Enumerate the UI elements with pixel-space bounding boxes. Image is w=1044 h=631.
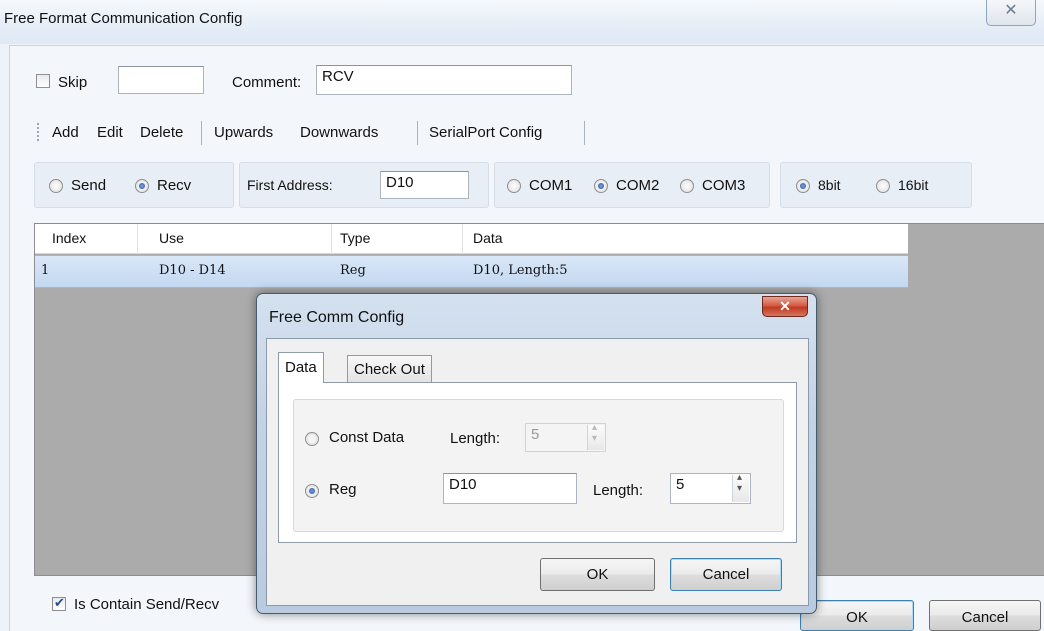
16bit-radio[interactable] [876,179,890,193]
contain-send-recv-checkbox[interactable] [52,595,66,611]
send-radio[interactable] [49,179,63,193]
toolbar: Add Edit Delete Upwards Downwards Serial… [34,115,1034,149]
column-header-use[interactable]: Use [159,230,184,246]
reg-label: Reg [329,481,357,498]
ok-button[interactable]: OK [800,600,914,631]
reg-length-label: Length: [593,482,644,499]
downwards-button[interactable]: Downwards [300,124,378,141]
column-divider[interactable] [331,224,332,254]
edit-button[interactable]: Edit [97,124,123,141]
column-header-type[interactable]: Type [340,230,370,246]
const-length-stepper: 5 [525,422,606,452]
spin-arrows-icon[interactable] [732,472,749,502]
toolbar-grip[interactable] [37,123,39,141]
spin-arrows-icon [587,422,604,450]
com1-label: COM1 [529,177,573,194]
first-address-input[interactable]: D10 [380,171,469,199]
window-title: Free Format Communication Config [4,10,243,27]
cancel-button[interactable]: Cancel [929,600,1041,631]
send-label: Send [71,177,107,194]
reg-length-stepper[interactable]: 5 [670,472,751,504]
title-bar: Free Format Communication Config ✕ [0,0,1044,44]
bit-width-group: 8bit 16bit [780,162,972,208]
first-address-label: First Address: [247,177,333,193]
comment-input[interactable]: RCV [316,65,572,95]
dialog-client: Data Check Out Const Data Length: 5 Reg … [266,338,809,606]
column-divider[interactable] [137,224,138,254]
close-icon[interactable]: ✕ [762,296,808,317]
toolbar-separator [201,121,202,145]
dialog-title: Free Comm Config [269,309,405,326]
tab-page-data: Const Data Length: 5 Reg D10 Length: 5 [278,382,797,543]
reg-length-value: 5 [676,476,685,493]
close-icon[interactable]: ✕ [986,0,1036,26]
16bit-label: 16bit [898,177,929,193]
recv-radio[interactable] [135,179,149,193]
const-data-radio[interactable] [305,432,319,446]
tab-data[interactable]: Data [278,352,324,383]
com1-radio[interactable] [507,179,521,193]
contain-send-recv-label: Is Contain Send/Recv [74,596,220,613]
com2-radio[interactable] [594,179,608,193]
serialport-config-button[interactable]: SerialPort Config [429,124,542,141]
table-row[interactable]: 1 D10 - D14 Reg D10, Length:5 [35,255,908,288]
const-length-label: Length: [450,430,501,447]
dialog-ok-button[interactable]: OK [540,558,655,591]
dialog-cancel-button[interactable]: Cancel [670,558,782,591]
const-data-label: Const Data [329,429,405,446]
row-data: D10, Length:5 [473,263,568,278]
main-window: Free Format Communication Config ✕ Skip … [0,0,1044,631]
list-header: Index Use Type Data [35,224,908,254]
com2-label: COM2 [616,177,660,194]
const-length-value: 5 [531,426,540,443]
comment-label: Comment: [232,74,302,91]
column-divider[interactable] [462,224,463,254]
toolbar-separator [417,121,418,145]
top-row: Skip Comment: RCV [10,46,1044,106]
column-header-data[interactable]: Data [473,230,503,246]
reg-input[interactable]: D10 [443,473,577,504]
recv-label: Recv [157,177,192,194]
8bit-radio[interactable] [796,179,810,193]
skip-checkbox[interactable] [36,74,50,88]
com3-radio[interactable] [680,179,694,193]
tab-check-out[interactable]: Check Out [347,355,432,382]
8bit-label: 8bit [818,177,841,193]
data-source-group: Const Data Length: 5 Reg D10 Length: 5 [293,399,784,532]
reg-radio[interactable] [305,484,319,498]
column-header-index[interactable]: Index [52,230,86,246]
direction-group: Send Recv [34,162,234,208]
com-port-group: COM1 COM2 COM3 [494,162,770,208]
upwards-button[interactable]: Upwards [214,124,273,141]
row-index: 1 [41,263,50,278]
row-type: Reg [340,263,366,278]
free-comm-config-dialog: Free Comm Config ✕ Data Check Out Const … [256,293,817,614]
toolbar-separator [584,121,585,145]
delete-button[interactable]: Delete [140,124,183,141]
add-button[interactable]: Add [52,124,79,141]
row-use: D10 - D14 [159,263,226,278]
skip-input[interactable] [118,66,204,94]
com3-label: COM3 [702,177,746,194]
skip-label: Skip [58,74,88,91]
